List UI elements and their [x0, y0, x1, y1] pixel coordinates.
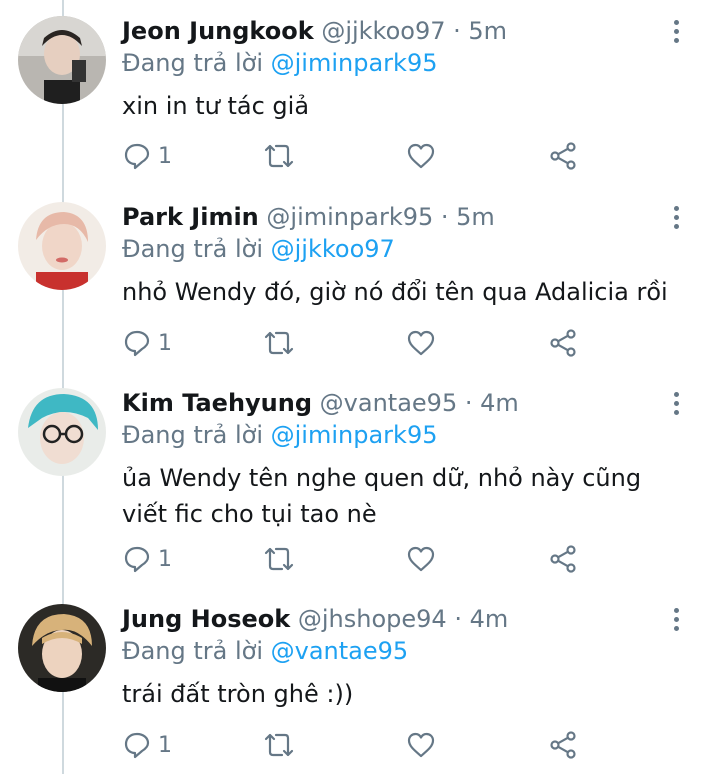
user-handle[interactable]: @vantae95	[320, 389, 458, 417]
more-icon[interactable]	[672, 392, 680, 418]
action-bar: 1	[122, 140, 592, 172]
reply-icon	[124, 330, 150, 357]
reply-button[interactable]: 1	[122, 729, 172, 761]
reply-context: Đang trả lời @jiminpark95	[122, 420, 437, 450]
reply-icon	[124, 546, 150, 573]
reply-prefix: Đang trả lời	[122, 637, 271, 665]
reply-count: 1	[158, 546, 172, 572]
share-button[interactable]	[548, 543, 578, 575]
reply-button[interactable]: 1	[122, 543, 172, 575]
reply-icon	[124, 143, 150, 170]
like-button[interactable]	[406, 327, 436, 359]
timestamp[interactable]: · 4m	[454, 605, 508, 633]
avatar[interactable]	[18, 16, 106, 104]
tweet-4[interactable]: Jung Hoseok @jhshope94 · 4m Đang trả lời…	[0, 588, 720, 774]
reply-count: 1	[158, 143, 172, 169]
like-button[interactable]	[406, 543, 436, 575]
tweet-header: Park Jimin @jiminpark95 · 5m	[122, 202, 660, 232]
like-icon	[407, 143, 435, 169]
reply-count: 1	[158, 330, 172, 356]
reply-prefix: Đang trả lời	[122, 49, 271, 77]
reply-context: Đang trả lời @jiminpark95	[122, 48, 437, 78]
like-icon	[407, 732, 435, 758]
reply-mention[interactable]: @jiminpark95	[271, 49, 438, 77]
tweet-text: nhỏ Wendy đó, giờ nó đổi tên qua Adalici…	[122, 278, 668, 306]
retweet-button[interactable]	[262, 327, 296, 359]
more-icon[interactable]	[672, 206, 680, 232]
avatar[interactable]	[18, 604, 106, 692]
like-button[interactable]	[406, 140, 436, 172]
share-button[interactable]	[548, 140, 578, 172]
tweet-text: xin in tư tác giả	[122, 92, 310, 120]
reply-mention[interactable]: @jiminpark95	[271, 421, 438, 449]
more-icon[interactable]	[672, 608, 680, 634]
retweet-icon	[264, 733, 294, 757]
timestamp[interactable]: · 5m	[441, 203, 495, 231]
tweet-text: trái đất tròn ghê :))	[122, 680, 354, 708]
display-name[interactable]: Park Jimin	[122, 203, 259, 231]
retweet-icon	[264, 144, 294, 168]
retweet-icon	[264, 331, 294, 355]
reply-context: Đang trả lời @vantae95	[122, 636, 408, 666]
share-icon	[550, 329, 576, 357]
tweet-header: Kim Taehyung @vantae95 · 4m	[122, 388, 660, 418]
reply-prefix: Đang trả lời	[122, 235, 271, 263]
tweet-header: Jeon Jungkook @jjkkoo97 · 5m	[122, 16, 660, 46]
tweet-1[interactable]: Jeon Jungkook @jjkkoo97 · 5m Đang trả lờ…	[0, 0, 720, 190]
tweet-2[interactable]: Park Jimin @jiminpark95 · 5m Đang trả lờ…	[0, 186, 720, 376]
display-name[interactable]: Jung Hoseok	[122, 605, 290, 633]
retweet-button[interactable]	[262, 729, 296, 761]
retweet-button[interactable]	[262, 140, 296, 172]
user-handle[interactable]: @jjkkoo97	[321, 17, 445, 45]
like-button[interactable]	[406, 729, 436, 761]
timestamp[interactable]: · 5m	[453, 17, 507, 45]
share-icon	[550, 142, 576, 170]
share-button[interactable]	[548, 327, 578, 359]
more-icon[interactable]	[672, 20, 680, 46]
retweet-icon	[264, 547, 294, 571]
share-icon	[550, 545, 576, 573]
display-name[interactable]: Kim Taehyung	[122, 389, 312, 417]
reply-icon	[124, 732, 150, 759]
share-button[interactable]	[548, 729, 578, 761]
user-handle[interactable]: @jhshope94	[298, 605, 447, 633]
reply-count: 1	[158, 732, 172, 758]
tweet-3[interactable]: Kim Taehyung @vantae95 · 4m Đang trả lời…	[0, 372, 720, 592]
user-handle[interactable]: @jiminpark95	[266, 203, 433, 231]
reply-context: Đang trả lời @jjkkoo97	[122, 234, 395, 264]
display-name[interactable]: Jeon Jungkook	[122, 17, 314, 45]
action-bar: 1	[122, 327, 592, 359]
reply-prefix: Đang trả lời	[122, 421, 271, 449]
timestamp[interactable]: · 4m	[465, 389, 519, 417]
reply-button[interactable]: 1	[122, 140, 172, 172]
avatar[interactable]	[18, 388, 106, 476]
avatar[interactable]	[18, 202, 106, 290]
reply-mention[interactable]: @jjkkoo97	[271, 235, 395, 263]
tweet-header: Jung Hoseok @jhshope94 · 4m	[122, 604, 660, 634]
retweet-button[interactable]	[262, 543, 296, 575]
reply-mention[interactable]: @vantae95	[271, 637, 409, 665]
like-icon	[407, 330, 435, 356]
action-bar: 1	[122, 543, 592, 575]
share-icon	[550, 731, 576, 759]
action-bar: 1	[122, 729, 592, 761]
like-icon	[407, 546, 435, 572]
tweet-text: ủa Wendy tên nghe quen dữ, nhỏ này cũng …	[122, 464, 642, 528]
reply-button[interactable]: 1	[122, 327, 172, 359]
